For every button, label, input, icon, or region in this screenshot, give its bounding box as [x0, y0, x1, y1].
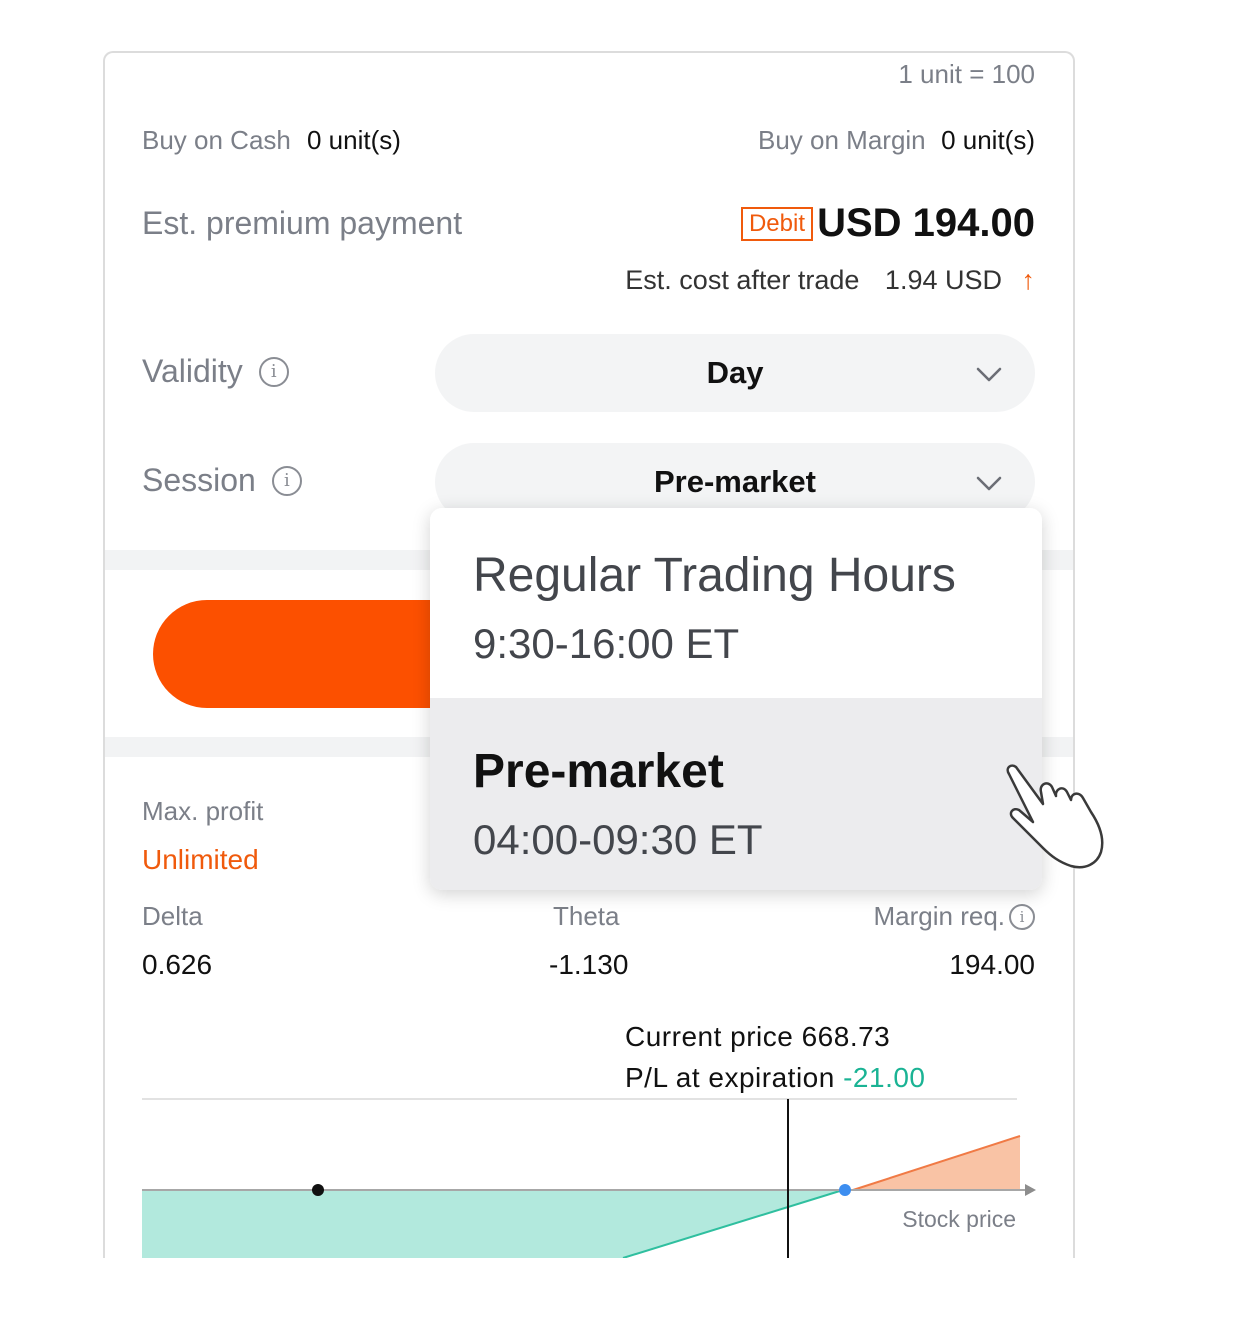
margin-req-value: 194.00 [949, 949, 1035, 980]
info-icon[interactable]: i [258, 356, 289, 387]
delta-label: Delta [142, 901, 203, 931]
max-profit-value: Unlimited [142, 844, 259, 875]
debit-badge: Debit [740, 207, 813, 241]
axis-arrow-icon [1025, 1184, 1036, 1196]
info-icon[interactable]: i [1009, 903, 1035, 930]
breakeven-point [312, 1184, 324, 1196]
theta-label: Theta [553, 901, 620, 931]
validity-value: Day [706, 355, 764, 390]
option-time: 9:30-16:00 ET [473, 620, 740, 667]
buy-cash-value: 0 unit(s) [307, 125, 401, 155]
chevron-down-icon [976, 367, 1002, 382]
option-title: Pre-market [473, 745, 724, 798]
delta-value: 0.626 [142, 949, 213, 980]
margin-req-label: Margin req. [873, 901, 1006, 931]
session-field: Session i [142, 462, 302, 499]
option-title: Regular Trading Hours [473, 549, 956, 602]
buy-margin-label: Buy on Margin [758, 125, 926, 155]
validity-field: Validity i [142, 353, 289, 390]
est-cost-line: Est. cost after trade 1.94 USD ↑ [625, 265, 1035, 296]
max-profit-label: Max. profit [142, 796, 264, 826]
loss-area [142, 1190, 843, 1258]
session-option-regular[interactable]: Regular Trading Hours 9:30-16:00 ET [430, 508, 1042, 698]
current-pl-point [839, 1184, 851, 1196]
est-cost-label: Est. cost after trade [625, 265, 860, 295]
buy-cash-label: Buy on Cash [142, 125, 291, 155]
premium-label: Est. premium payment [142, 205, 463, 241]
session-label: Session [142, 462, 256, 498]
buy-margin-value: 0 unit(s) [941, 125, 1035, 155]
validity-label: Validity [142, 353, 243, 389]
hand-pointer-icon [1006, 764, 1104, 869]
arrow-up-icon: ↑ [1021, 265, 1036, 295]
session-dropdown: Regular Trading Hours 9:30-16:00 ET Pre-… [430, 508, 1042, 890]
est-cost-value: 1.94 USD [884, 265, 1002, 295]
option-time: 04:00-09:30 ET [473, 816, 763, 863]
margin-req-field: Margin req. i [873, 901, 1035, 932]
info-icon[interactable]: i [271, 465, 302, 496]
unit-note: 1 unit = 100 [898, 59, 1035, 89]
validity-select[interactable]: Day [435, 334, 1035, 412]
premium-amount: USD 194.00 [817, 201, 1035, 245]
session-option-premarket[interactable]: Pre-market 04:00-09:30 ET [430, 698, 1042, 890]
stock-price-axis-label: Stock price [902, 1206, 1016, 1232]
chevron-down-icon [976, 476, 1002, 491]
theta-value: -1.130 [549, 949, 629, 980]
current-price-label: Current price 668.73 [625, 1021, 891, 1052]
